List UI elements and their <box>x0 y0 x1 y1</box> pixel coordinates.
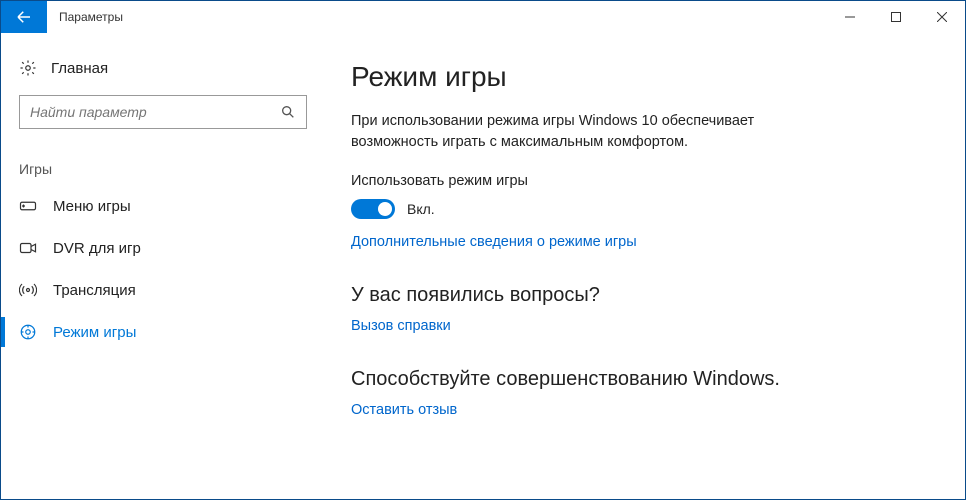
sidebar: Главная Игры Меню игры DVR для игр <box>1 33 321 499</box>
search-input[interactable] <box>30 104 280 120</box>
close-button[interactable] <box>919 1 965 33</box>
close-icon <box>937 12 947 22</box>
toggle-state-text: Вкл. <box>407 201 435 217</box>
arrow-left-icon <box>15 8 33 26</box>
game-mode-icon <box>19 323 37 341</box>
sidebar-group-heading: Игры <box>1 147 321 185</box>
window-title: Параметры <box>47 1 135 33</box>
back-button[interactable] <box>1 1 47 33</box>
sidebar-item-broadcasting[interactable]: Трансляция <box>1 269 321 311</box>
minimize-button[interactable] <box>827 1 873 33</box>
help-link[interactable]: Вызов справки <box>351 318 451 334</box>
main-content: Режим игры При использовании режима игры… <box>321 33 965 499</box>
feedback-link[interactable]: Оставить отзыв <box>351 402 457 418</box>
game-mode-toggle[interactable] <box>351 199 395 219</box>
sidebar-item-label: Режим игры <box>53 324 136 341</box>
sidebar-home-label: Главная <box>51 60 108 77</box>
sidebar-item-label: Трансляция <box>53 282 136 299</box>
search-icon <box>280 104 296 120</box>
titlebar: Параметры <box>1 1 965 33</box>
learn-more-link[interactable]: Дополнительные сведения о режиме игры <box>351 234 637 250</box>
feedback-heading: Способствуйте совершенствованию Windows. <box>351 368 935 391</box>
dvr-icon <box>19 239 37 257</box>
game-bar-icon <box>19 197 37 215</box>
minimize-icon <box>845 12 855 22</box>
toggle-label: Использовать режим игры <box>351 173 935 189</box>
search-box[interactable] <box>19 95 307 129</box>
window-controls <box>827 1 965 33</box>
maximize-button[interactable] <box>873 1 919 33</box>
questions-heading: У вас появились вопросы? <box>351 284 935 307</box>
sidebar-item-label: DVR для игр <box>53 240 141 257</box>
page-title: Режим игры <box>351 61 935 93</box>
maximize-icon <box>891 12 901 22</box>
sidebar-item-label: Меню игры <box>53 198 131 215</box>
sidebar-item-game-bar[interactable]: Меню игры <box>1 185 321 227</box>
sidebar-item-game-mode[interactable]: Режим игры <box>1 311 321 353</box>
broadcast-icon <box>19 281 37 299</box>
sidebar-item-game-dvr[interactable]: DVR для игр <box>1 227 321 269</box>
gear-icon <box>19 59 37 77</box>
page-description: При использовании режима игры Windows 10… <box>351 111 781 153</box>
sidebar-home[interactable]: Главная <box>1 51 321 85</box>
